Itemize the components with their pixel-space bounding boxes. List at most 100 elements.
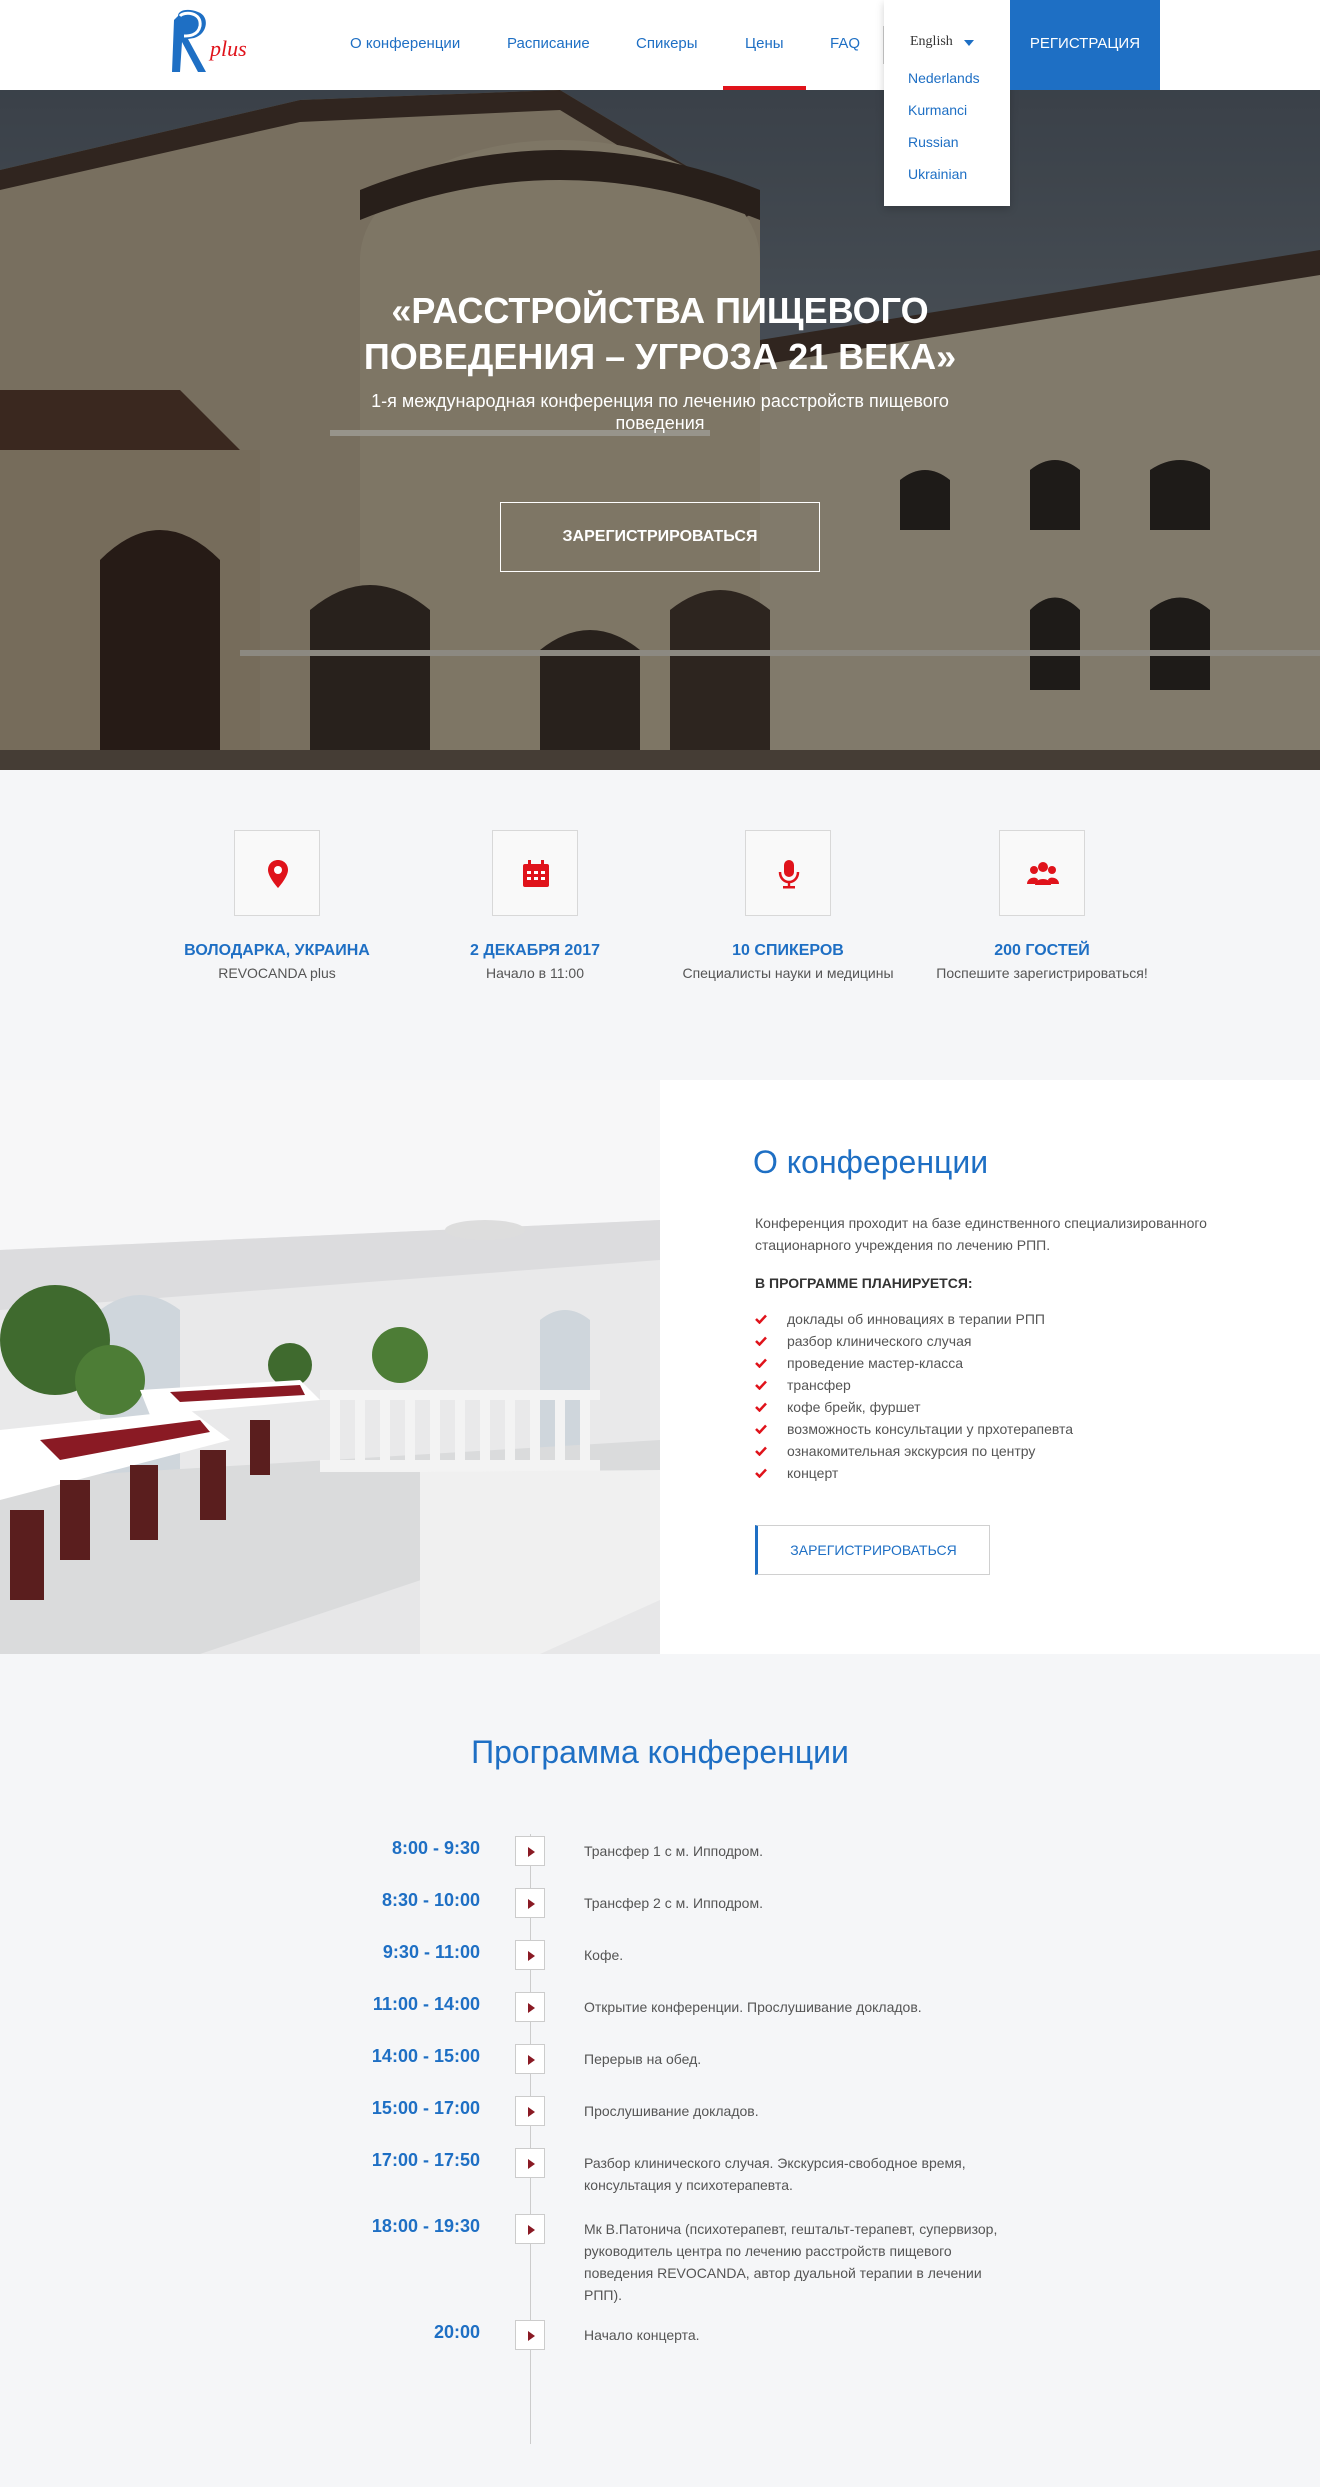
feature-icon-box	[234, 830, 320, 916]
nav-item-about[interactable]: О конференции	[350, 0, 460, 90]
chevron-down-icon[interactable]	[964, 40, 974, 46]
language-current[interactable]: English	[910, 34, 953, 50]
check-icon	[755, 1358, 767, 1368]
list-item-label: концерт	[787, 1465, 839, 1481]
list-item: концерт	[755, 1462, 1073, 1484]
check-icon	[755, 1468, 767, 1478]
hero-subtitle: 1-я международная конференция по лечению…	[371, 391, 949, 433]
check-icon	[755, 1402, 767, 1412]
list-item-label: возможность консультации у прхотерапевта	[787, 1421, 1074, 1437]
calendar-icon	[523, 860, 549, 887]
language-option[interactable]: Ukrainian	[908, 166, 967, 182]
play-arrow-icon	[528, 2055, 535, 2065]
program-text: Перерыв на обед.	[584, 2051, 702, 2067]
timeline-marker	[515, 1836, 545, 1866]
feature-icon-box	[492, 830, 578, 916]
timeline-marker	[515, 1992, 545, 2022]
list-item-label: разбор клинического случая	[787, 1333, 972, 1349]
list-item: проведение мастер-класса	[755, 1352, 1073, 1374]
users-icon	[1027, 862, 1059, 885]
feature-subtitle: REVOCANDA plus	[218, 965, 336, 981]
about-title: О конференции	[753, 1144, 989, 1180]
check-icon	[755, 1314, 767, 1324]
check-icon	[755, 1424, 767, 1434]
language-option[interactable]: Russian	[908, 134, 959, 150]
nav-item-schedule[interactable]: Расписание	[507, 0, 590, 90]
program-time: 15:00 - 17:00	[371, 2098, 480, 2118]
play-arrow-icon	[528, 2003, 535, 2013]
program-time: 18:00 - 19:30	[371, 2216, 480, 2236]
program-time: 17:00 - 17:50	[371, 2150, 480, 2170]
feature-date: 2 декабря 2017 Начало в 11:00	[425, 830, 645, 982]
logo[interactable]: plus	[158, 6, 258, 84]
program-text: Трансфер 1 с м. Ипподром.	[584, 1843, 763, 1859]
program-text: Начало концерта.	[584, 2327, 700, 2343]
program-text: Разбор клинического случая. Экскурсия-св…	[584, 2155, 966, 2193]
about-plan-heading: В ПРОГРАММЕ ПЛАНИРУЕТСЯ:	[755, 1275, 973, 1291]
hero-section: «Расстройства пищевого поведения – угроз…	[0, 90, 1320, 770]
check-icon	[755, 1336, 767, 1346]
feature-subtitle: Поспешите зарегистрироваться!	[936, 965, 1148, 981]
play-arrow-icon	[528, 2159, 535, 2169]
hero-title: «Расстройства пищевого поведения – угроз…	[363, 290, 957, 377]
nav-item-faq[interactable]: FAQ	[830, 0, 860, 90]
play-arrow-icon	[528, 1951, 535, 1961]
about-register-button[interactable]: Зарегистрироваться	[755, 1525, 990, 1575]
program-time: 8:30 - 10:00	[381, 1890, 480, 1910]
hero-register-button[interactable]: Зарегистрироваться	[500, 502, 820, 572]
play-arrow-icon	[528, 2107, 535, 2117]
list-item-label: доклады об инновациях в терапии РПП	[787, 1311, 1045, 1327]
list-item: трансфер	[755, 1374, 1073, 1396]
program-section: Программа конференции 8:00 - 9:30 Трансф…	[0, 1654, 1320, 2487]
list-item: ознакомительная экскурсия по центру	[755, 1440, 1073, 1462]
timeline-line	[530, 1834, 531, 2444]
feature-speakers: 10 спикеров Специалисты науки и медицины	[678, 830, 898, 982]
nav-item-prices[interactable]: Цены	[723, 0, 805, 90]
list-item-label: кофе брейк, фуршет	[787, 1399, 921, 1415]
language-option[interactable]: Kurmanci	[908, 102, 967, 118]
list-item: возможность консультации у прхотерапевта	[755, 1418, 1073, 1440]
location-pin-icon	[268, 860, 288, 888]
list-item: кофе брейк, фуршет	[755, 1396, 1073, 1418]
feature-subtitle: Специалисты науки и медицины	[682, 965, 894, 981]
feature-subtitle: Начало в 11:00	[486, 965, 584, 981]
check-icon	[755, 1380, 767, 1390]
feature-icon-box	[745, 830, 831, 916]
feature-title: 10 спикеров	[732, 942, 844, 959]
svg-text:plus: plus	[208, 36, 247, 61]
list-item: разбор клинического случая	[755, 1330, 1073, 1352]
list-item-label: трансфер	[787, 1377, 851, 1393]
program-text: Кофе.	[584, 1947, 624, 1963]
program-text: Трансфер 2 с м. Ипподром.	[584, 1895, 763, 1911]
about-section: О конференции Конференция проходит на ба…	[0, 1080, 1320, 1654]
feature-title: Володарка, Украина	[184, 942, 370, 959]
feature-guests: 200 гостей Поспешите зарегистрироваться!	[932, 830, 1152, 982]
timeline-marker	[515, 2044, 545, 2074]
play-arrow-icon	[528, 2331, 535, 2341]
list-item-label: ознакомительная экскурсия по центру	[787, 1443, 1036, 1459]
program-text: Открытие конференции. Прослушивание докл…	[584, 1999, 922, 2015]
feature-title: 200 гостей	[994, 942, 1090, 959]
check-icon	[755, 1446, 767, 1456]
list-item: доклады об инновациях в терапии РПП	[755, 1308, 1073, 1330]
program-text: Прослушивание докладов.	[584, 2103, 759, 2119]
timeline-marker	[515, 2096, 545, 2126]
language-dropdown[interactable]: English Nederlands Kurmanci Russian Ukra…	[884, 0, 1010, 206]
feature-title: 2 декабря 2017	[469, 942, 601, 959]
program-title: Программа конференции	[471, 1734, 849, 1770]
about-text: Конференция проходит на базе единственно…	[755, 1215, 1207, 1253]
features-section: Володарка, Украина REVOCANDA plus 2 дека…	[0, 770, 1320, 1080]
play-arrow-icon	[528, 1847, 535, 1857]
timeline-marker	[515, 1888, 545, 1918]
register-button[interactable]: Регистрация	[1010, 0, 1160, 90]
feature-icon-box	[999, 830, 1085, 916]
program-time: 11:00 - 14:00	[372, 1994, 480, 2014]
program-time: 8:00 - 9:30	[391, 1838, 480, 1858]
play-arrow-icon	[528, 1899, 535, 1909]
nav-item-speakers[interactable]: Спикеры	[636, 0, 698, 90]
timeline-marker	[515, 2320, 545, 2350]
microphone-icon	[778, 860, 800, 889]
program-time: 9:30 - 11:00	[382, 1942, 480, 1962]
language-option[interactable]: Nederlands	[908, 70, 980, 86]
timeline-marker	[515, 2214, 545, 2244]
